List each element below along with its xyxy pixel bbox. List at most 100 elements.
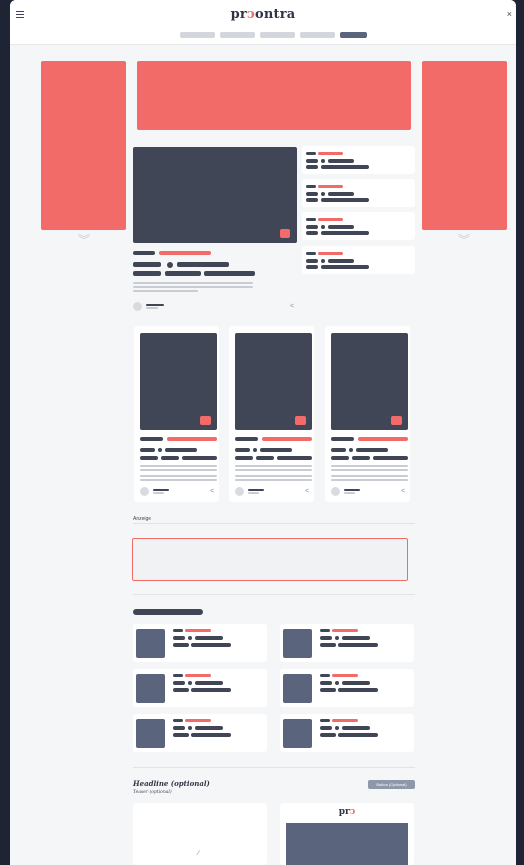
- side-card[interactable]: [302, 179, 415, 207]
- article-image-badge: [200, 416, 211, 425]
- featured-title-line: [177, 262, 229, 267]
- small-logo: prↄ: [280, 807, 414, 817]
- chevron-down-icon: ︾: [77, 233, 90, 247]
- card-title-line: [173, 726, 185, 730]
- list-card[interactable]: [133, 669, 267, 707]
- list-card[interactable]: [280, 669, 414, 707]
- card-meta: [306, 152, 316, 155]
- tab-4[interactable]: [300, 32, 335, 38]
- ad-skyscraper-left[interactable]: [41, 61, 126, 230]
- tab-3[interactable]: [260, 32, 295, 38]
- article-card[interactable]: <: [229, 326, 314, 502]
- divider: [133, 523, 415, 524]
- card-kicker: [318, 152, 343, 155]
- card-title-line: [321, 198, 369, 202]
- list-card[interactable]: [280, 714, 414, 752]
- card-kicker: [332, 674, 358, 677]
- card-title-dot: [158, 448, 162, 452]
- card-title-line: [235, 448, 250, 452]
- ad-skyscraper-right[interactable]: [422, 61, 507, 230]
- side-card[interactable]: [302, 146, 415, 174]
- list-card[interactable]: [133, 624, 267, 662]
- ad-label: Anzeige: [133, 516, 152, 522]
- share-icon[interactable]: <: [401, 488, 405, 495]
- card-teaser-line: [235, 465, 312, 467]
- logo-accent: ↄ: [246, 7, 256, 22]
- featured-teaser-line: [133, 282, 253, 284]
- card-teaser-line: [331, 465, 408, 467]
- card-meta: [235, 437, 258, 441]
- card-title-line: [306, 198, 318, 202]
- list-card[interactable]: [133, 714, 267, 752]
- card-title-dot: [321, 192, 325, 196]
- card-title-line: [320, 726, 332, 730]
- optional-button[interactable]: Button (Optional): [368, 780, 415, 789]
- ad-banner-top[interactable]: [137, 61, 411, 130]
- author-name: [344, 489, 360, 491]
- card-meta: [140, 437, 163, 441]
- side-card[interactable]: [302, 246, 415, 274]
- card-meta: [173, 629, 183, 632]
- card-teaser-line: [331, 475, 408, 477]
- share-icon[interactable]: <: [305, 488, 309, 495]
- promo-card[interactable]: prↄ: [280, 803, 414, 865]
- card-title-line: [338, 688, 378, 692]
- close-icon[interactable]: ×: [507, 9, 512, 19]
- top-bar: prↄontra ×: [10, 0, 516, 45]
- card-title-line: [338, 643, 378, 647]
- share-icon[interactable]: <: [290, 303, 294, 310]
- teaser: Teaser (optional): [133, 790, 172, 795]
- tab-2[interactable]: [220, 32, 255, 38]
- tab-1[interactable]: [180, 32, 215, 38]
- featured-meta: [133, 251, 155, 255]
- card-title-line: [352, 456, 370, 460]
- share-icon[interactable]: <: [210, 488, 214, 495]
- article-card[interactable]: <: [325, 326, 410, 502]
- card-title-line: [260, 448, 292, 452]
- card-title-line: [342, 681, 370, 685]
- promo-image: [286, 823, 408, 865]
- card-title-dot: [335, 636, 339, 640]
- featured-teaser-line: [133, 286, 253, 288]
- card-title-line: [173, 643, 189, 647]
- list-card[interactable]: [280, 624, 414, 662]
- card-title-line: [173, 681, 185, 685]
- promo-card[interactable]: /: [133, 803, 267, 865]
- card-title-line: [356, 448, 388, 452]
- card-title-line: [173, 688, 189, 692]
- logo[interactable]: prↄontra: [10, 7, 516, 22]
- article-card[interactable]: <: [134, 326, 219, 502]
- list-thumbnail: [136, 674, 165, 703]
- card-teaser-line: [140, 469, 217, 471]
- featured-image[interactable]: [133, 147, 297, 243]
- card-kicker: [332, 629, 358, 632]
- card-meta: [331, 437, 354, 441]
- avatar: [140, 487, 149, 496]
- side-card[interactable]: [302, 212, 415, 240]
- card-title-line: [320, 643, 336, 647]
- card-title-line: [195, 726, 223, 730]
- card-title-line: [191, 733, 231, 737]
- card-title-line: [321, 265, 369, 269]
- card-title-line: [306, 225, 318, 229]
- card-title-line: [320, 688, 336, 692]
- featured-kicker: [159, 251, 211, 255]
- card-title-line: [277, 456, 312, 460]
- card-teaser-line: [140, 465, 217, 467]
- card-title-line: [165, 448, 197, 452]
- card-kicker: [318, 218, 343, 221]
- ad-slot-rectangle[interactable]: [132, 538, 408, 581]
- card-title-line: [140, 456, 158, 460]
- card-title-line: [342, 636, 370, 640]
- card-title-line: [328, 192, 354, 196]
- card-kicker: [318, 185, 343, 188]
- card-title-line: [342, 726, 370, 730]
- featured-teaser-line: [133, 290, 198, 292]
- card-title-dot: [321, 259, 325, 263]
- tab-5-active[interactable]: [340, 32, 367, 38]
- featured-title-line: [133, 262, 161, 267]
- card-title-dot: [188, 681, 192, 685]
- featured-title-line: [133, 271, 161, 276]
- author-name: [146, 304, 164, 306]
- card-title-line: [321, 165, 369, 169]
